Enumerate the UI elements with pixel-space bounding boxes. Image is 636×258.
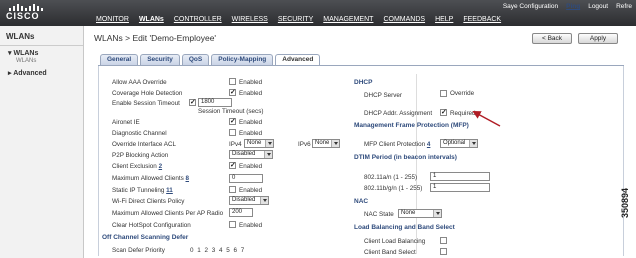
callout-arrow-icon <box>472 110 501 127</box>
figure-id: 350894 <box>620 187 630 218</box>
